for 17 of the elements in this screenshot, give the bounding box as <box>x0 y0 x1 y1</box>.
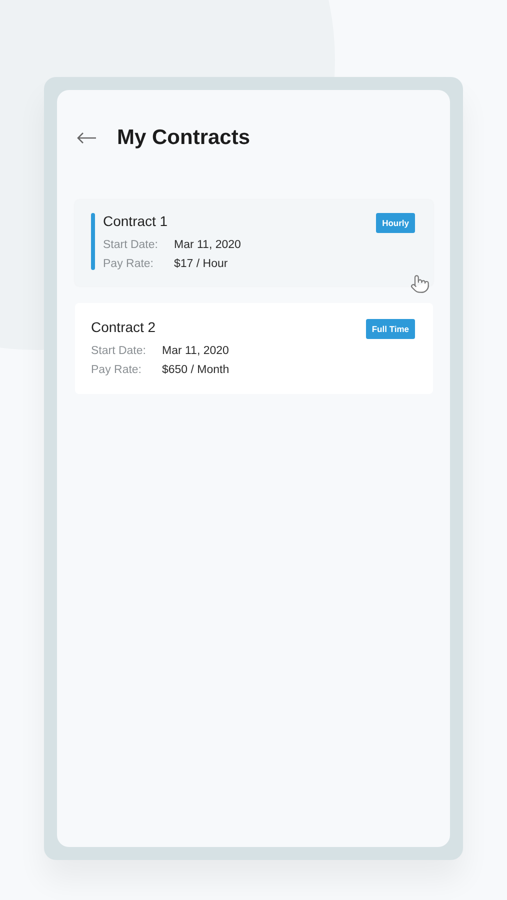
field-value: $17 / Hour <box>174 258 228 270</box>
page-title: My Contracts <box>117 126 250 150</box>
selection-bar <box>91 213 95 270</box>
field-value: Mar 11, 2020 <box>174 239 241 251</box>
field-label: Pay Rate: <box>91 364 142 376</box>
field-value: Mar 11, 2020 <box>162 345 229 357</box>
contract-type-badge: Full Time <box>366 319 415 339</box>
hand-pointer-icon <box>410 274 430 294</box>
field-label: Pay Rate: <box>103 258 154 270</box>
field-value: $650 / Month <box>162 364 230 376</box>
contract-name: Contract 2 <box>91 319 157 335</box>
field-label: Start Date: <box>103 239 159 251</box>
contract-type-badge: Hourly <box>376 213 415 233</box>
back-icon[interactable] <box>77 132 97 144</box>
contract-name: Contract 1 <box>103 213 169 229</box>
field-label: Start Date: <box>91 345 147 357</box>
contract-card[interactable]: Contract 2 Start Date: Mar 11, 2020 Pay Rate: $650 / Month Full Time <box>75 303 433 394</box>
